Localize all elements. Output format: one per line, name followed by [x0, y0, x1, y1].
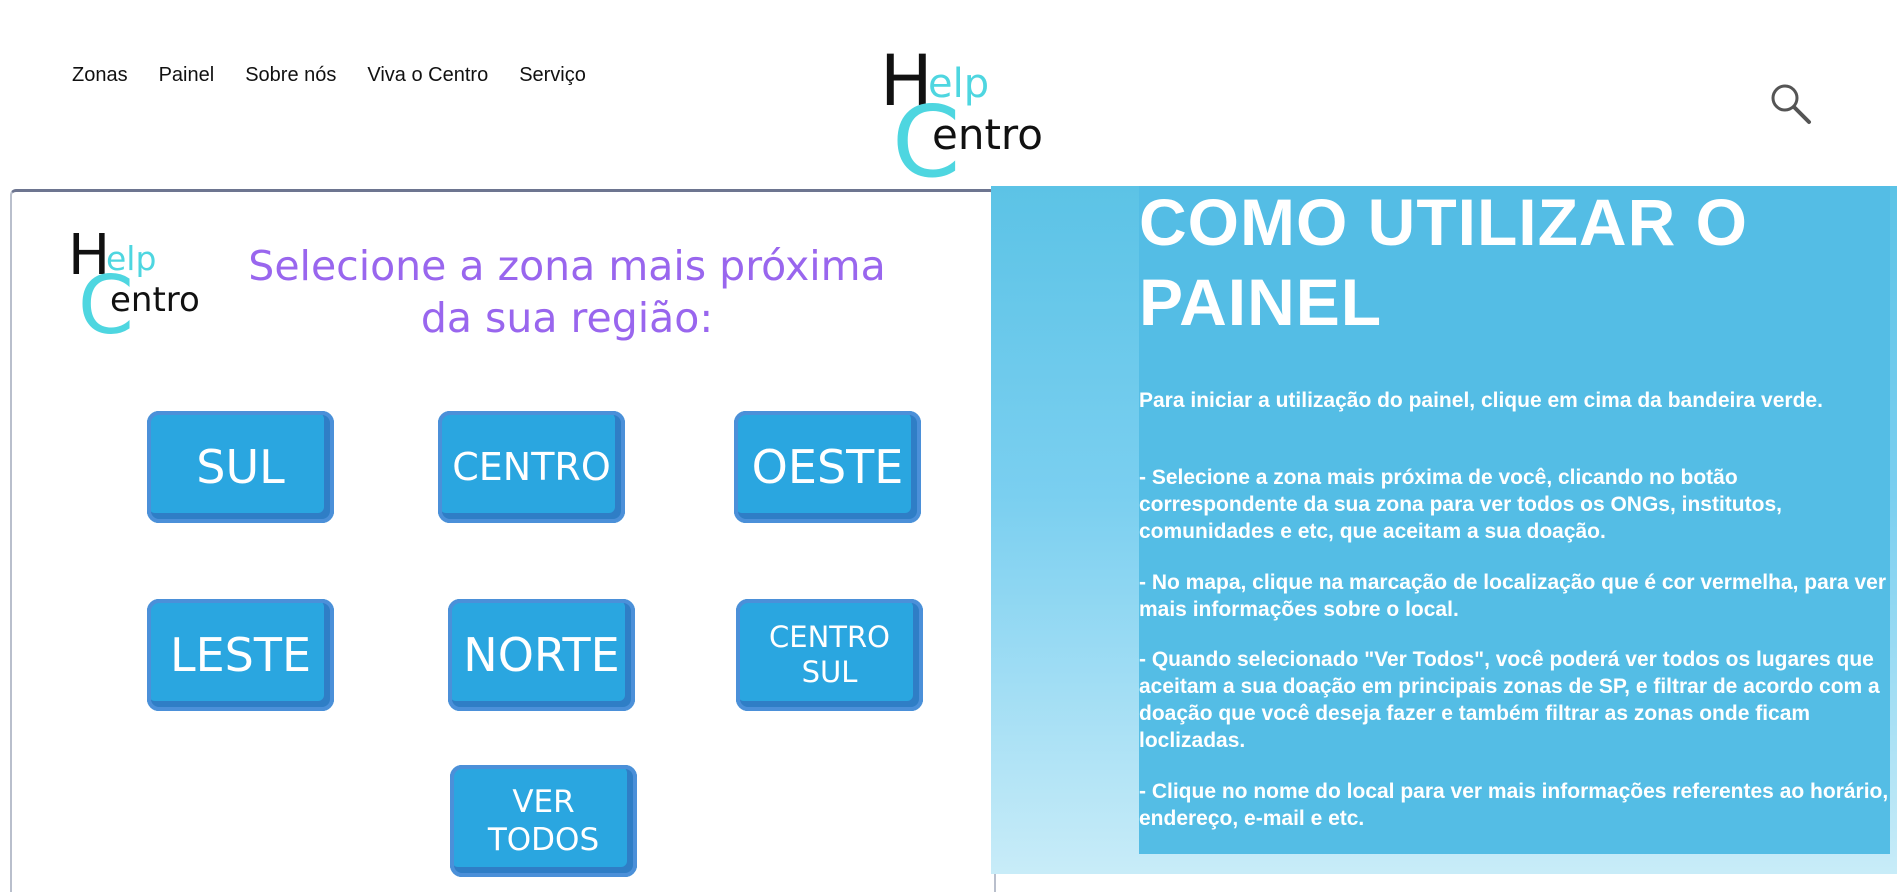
zone-button-centro-sul[interactable]: CENTRO SUL	[736, 599, 923, 711]
nav-item-zonas[interactable]: Zonas	[72, 64, 128, 87]
instruction-paragraph-5: - Clique no nome do local para ver mais …	[1139, 780, 1889, 830]
help-centro-logo[interactable]: H elp C entro	[880, 46, 1043, 192]
zone-button-sul[interactable]: SUL	[147, 411, 334, 523]
zone-button-centro[interactable]: CENTRO	[438, 411, 625, 523]
top-nav: Zonas Painel Sobre nós Viva o Centro Ser…	[72, 64, 586, 87]
zone-button-oeste[interactable]: OESTE	[734, 411, 921, 523]
how-to-use-title: COMO UTILIZAR O PAINEL	[1139, 185, 1748, 339]
nav-item-sobre-nos[interactable]: Sobre nós	[245, 64, 336, 87]
instruction-paragraph-4: - Quando selecionado "Ver Todos", você p…	[1139, 648, 1880, 752]
instruction-paragraph-3: - No mapa, clique na marcação de localiz…	[1139, 571, 1886, 621]
panel-title: Selecione a zona mais próxima da sua reg…	[248, 242, 886, 342]
zone-button-ver-todos[interactable]: VER TODOS	[450, 765, 637, 877]
how-to-use-box: COMO UTILIZAR O PAINEL Para iniciar a ut…	[1139, 185, 1890, 854]
search-icon[interactable]	[1769, 82, 1813, 126]
zone-selector-panel: H elp C entro Selecione a zona mais próx…	[10, 189, 996, 892]
nav-item-viva-o-centro[interactable]: Viva o Centro	[367, 64, 488, 87]
panel-logo: H elp C entro	[68, 228, 208, 346]
instruction-paragraph-2: - Selecione a zona mais próxima de você,…	[1139, 466, 1782, 543]
logo-text-entro: entro	[932, 110, 1043, 159]
zone-button-leste[interactable]: LESTE	[147, 599, 334, 711]
instruction-paragraph-1: Para iniciar a utilização do painel, cli…	[1139, 389, 1823, 412]
nav-item-servico[interactable]: Serviço	[519, 64, 586, 87]
logo-text-entro: entro	[110, 280, 200, 320]
zone-button-norte[interactable]: NORTE	[448, 599, 635, 711]
nav-item-painel[interactable]: Painel	[159, 64, 215, 87]
